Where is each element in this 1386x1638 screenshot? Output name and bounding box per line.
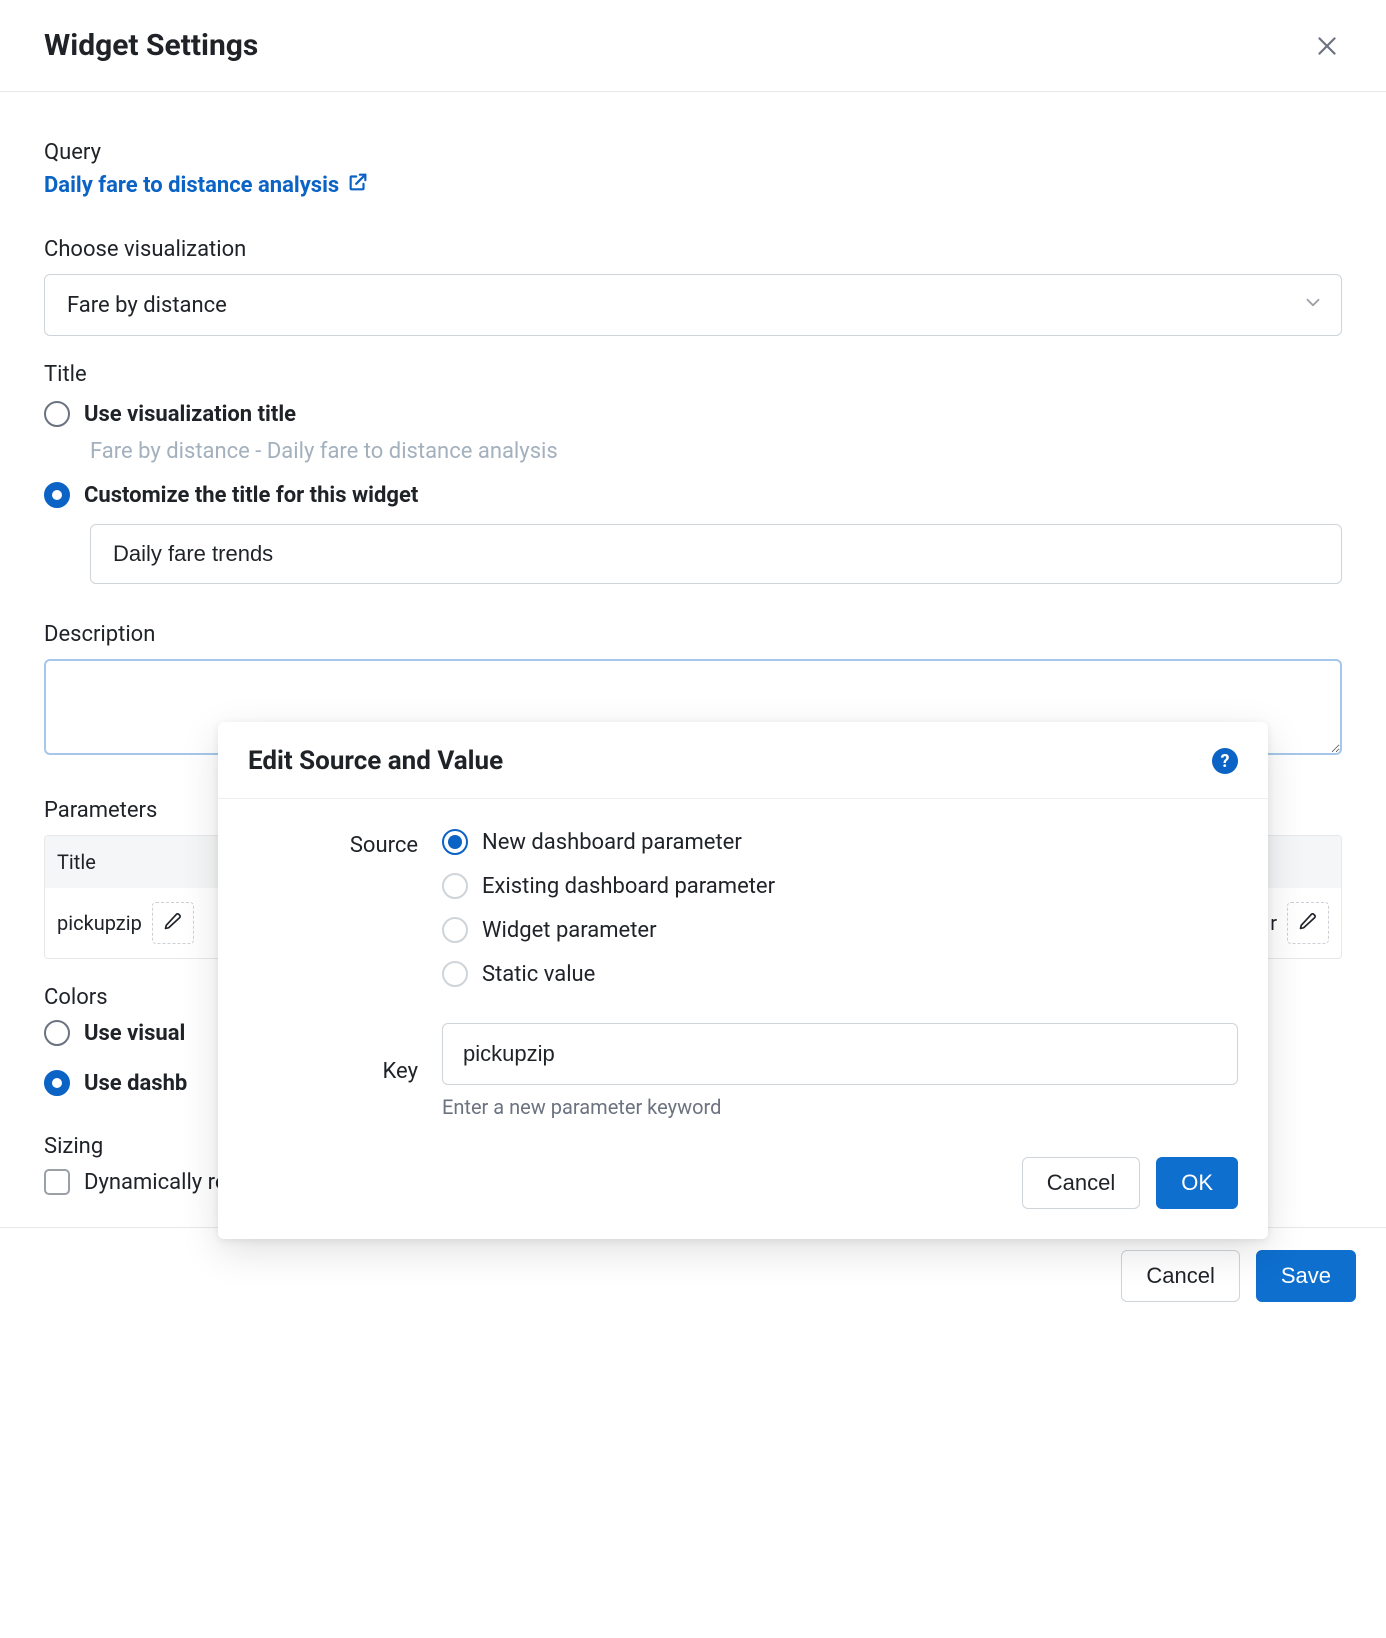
use-visualization-title-example: Fare by distance - Daily fare to distanc… (90, 439, 1342, 464)
dialog-title: Widget Settings (44, 28, 258, 63)
pencil-icon (163, 911, 183, 936)
visualization-section: Choose visualization Fare by distance (44, 237, 1342, 336)
radio-label: Use dashb (84, 1071, 187, 1096)
radio-icon (44, 401, 70, 427)
chevron-down-icon (1302, 292, 1324, 319)
query-link[interactable]: Daily fare to distance analysis (44, 171, 369, 199)
radio-static-value[interactable]: Static value (442, 961, 1238, 987)
save-button[interactable]: Save (1256, 1250, 1356, 1302)
edit-parameter-button[interactable] (152, 902, 194, 944)
dialog-body: Query Daily fare to distance analysis Ch… (0, 92, 1386, 1227)
radio-icon (442, 961, 468, 987)
radio-new-dashboard-parameter[interactable]: New dashboard parameter (442, 829, 1238, 855)
title-section-label: Title (44, 362, 1342, 387)
source-field: Source New dashboard parameter Existing … (248, 829, 1238, 1005)
popover-cancel-button[interactable]: Cancel (1022, 1157, 1140, 1209)
key-label: Key (248, 1059, 418, 1084)
key-field: Key Enter a new parameter keyword (248, 1023, 1238, 1119)
help-icon[interactable]: ? (1212, 748, 1238, 774)
popover-title: Edit Source and Value (248, 746, 503, 776)
radio-label: Customize the title for this widget (84, 483, 418, 508)
popover-footer: Cancel OK (218, 1135, 1268, 1239)
source-label: Source (248, 829, 418, 858)
key-input[interactable] (442, 1023, 1238, 1085)
pencil-icon (1298, 911, 1318, 936)
cancel-button[interactable]: Cancel (1121, 1250, 1239, 1302)
radio-label: Existing dashboard parameter (482, 874, 775, 899)
radio-icon (44, 1070, 70, 1096)
parameter-right-fragment: r (1270, 911, 1277, 935)
visualization-selected: Fare by distance (67, 293, 227, 318)
checkbox-icon (44, 1169, 70, 1195)
radio-label: Use visual (84, 1021, 185, 1046)
radio-use-visualization-title[interactable]: Use visualization title (44, 401, 1342, 427)
radio-icon (442, 829, 468, 855)
radio-widget-parameter[interactable]: Widget parameter (442, 917, 1238, 943)
close-icon[interactable] (1312, 31, 1342, 61)
radio-customize-title[interactable]: Customize the title for this widget (44, 482, 1342, 508)
popover-header: Edit Source and Value ? (218, 722, 1268, 799)
radio-label: Widget parameter (482, 918, 657, 943)
dialog-footer: Cancel Save (0, 1227, 1386, 1332)
custom-title-input[interactable] (90, 524, 1342, 584)
title-section: Title Use visualization title Fare by di… (44, 362, 1342, 584)
parameter-right-cell: r (1258, 888, 1341, 958)
radio-icon (44, 1020, 70, 1046)
visualization-select[interactable]: Fare by distance (44, 274, 1342, 336)
edit-source-popover: Edit Source and Value ? Source New dashb… (218, 722, 1268, 1239)
radio-icon (44, 482, 70, 508)
query-section: Query Daily fare to distance analysis (44, 140, 1342, 199)
key-help-text: Enter a new parameter keyword (442, 1095, 1238, 1119)
edit-parameter-value-button[interactable] (1287, 902, 1329, 944)
dialog-header: Widget Settings (0, 0, 1386, 92)
radio-label: Use visualization title (84, 402, 296, 427)
popover-body: Source New dashboard parameter Existing … (218, 799, 1268, 1135)
radio-icon (442, 917, 468, 943)
radio-icon (442, 873, 468, 899)
external-link-icon (347, 171, 369, 199)
radio-label: Static value (482, 962, 595, 987)
popover-ok-button[interactable]: OK (1156, 1157, 1238, 1209)
visualization-label: Choose visualization (44, 237, 1342, 262)
query-link-text: Daily fare to distance analysis (44, 173, 339, 198)
widget-settings-dialog: Widget Settings Query Daily fare to dist… (0, 0, 1386, 1332)
query-label: Query (44, 140, 1342, 165)
parameter-title: pickupzip (57, 911, 142, 935)
description-label: Description (44, 622, 1342, 647)
radio-existing-dashboard-parameter[interactable]: Existing dashboard parameter (442, 873, 1238, 899)
radio-label: New dashboard parameter (482, 830, 742, 855)
